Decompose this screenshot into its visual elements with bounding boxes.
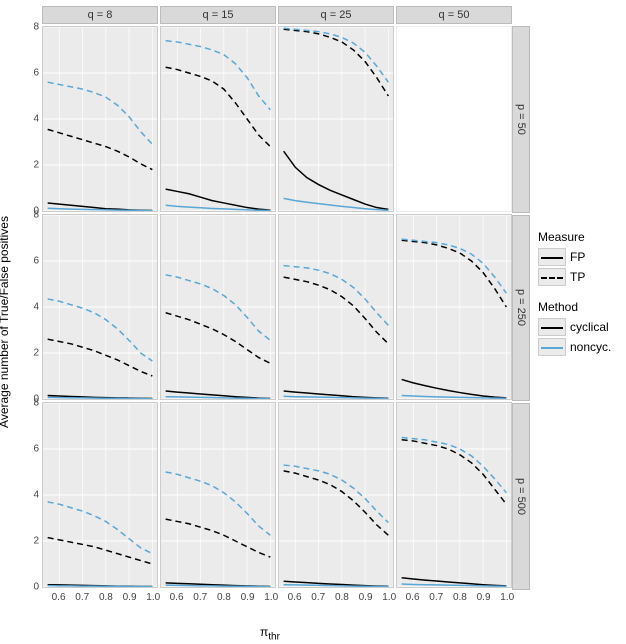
col-strip: q = 15: [160, 6, 276, 24]
x-ticks: 0.60.70.80.91.0: [42, 590, 158, 616]
facet-chart: Average number of True/False positives π…: [0, 0, 626, 644]
row-strip: p = 250: [512, 215, 530, 402]
legend-measure-title: Measure: [538, 230, 611, 244]
row-strip: p = 500: [512, 403, 530, 590]
facet-panel: [278, 402, 394, 588]
legend: Measure FP TP Method cyclical noncyc.: [538, 230, 611, 370]
legend-item-cyclical: cyclical: [538, 318, 611, 336]
facet-panel: 02468: [42, 402, 158, 588]
facet-panel: [278, 26, 394, 212]
legend-label: TP: [570, 270, 585, 284]
facet-panel: 02468: [42, 214, 158, 400]
col-strip: q = 8: [42, 6, 158, 24]
col-strip: q = 25: [278, 6, 394, 24]
legend-item-tp: TP: [538, 268, 611, 286]
legend-label: noncyc.: [570, 340, 611, 354]
legend-method-title: Method: [538, 300, 611, 314]
row-strip: p = 50: [512, 26, 530, 213]
legend-label: cyclical: [570, 320, 609, 334]
facet-panel: [160, 214, 276, 400]
x-axis-label: πthr: [260, 625, 280, 642]
y-axis-label: Average number of True/False positives: [0, 216, 11, 428]
facet-panel: [396, 402, 512, 588]
legend-item-fp: FP: [538, 248, 611, 266]
legend-item-noncyc: noncyc.: [538, 338, 611, 356]
facet-panel: 02468: [42, 26, 158, 212]
x-ticks: 0.60.70.80.91.0: [396, 590, 512, 616]
facet-panel: [396, 26, 512, 212]
facet-panel: [160, 26, 276, 212]
col-strip: q = 50: [396, 6, 512, 24]
legend-label: FP: [570, 250, 585, 264]
x-ticks: 0.60.70.80.91.0: [160, 590, 276, 616]
x-ticks: 0.60.70.80.91.0: [278, 590, 394, 616]
facet-panel: [278, 214, 394, 400]
facet-panel: [396, 214, 512, 400]
facet-panel: [160, 402, 276, 588]
